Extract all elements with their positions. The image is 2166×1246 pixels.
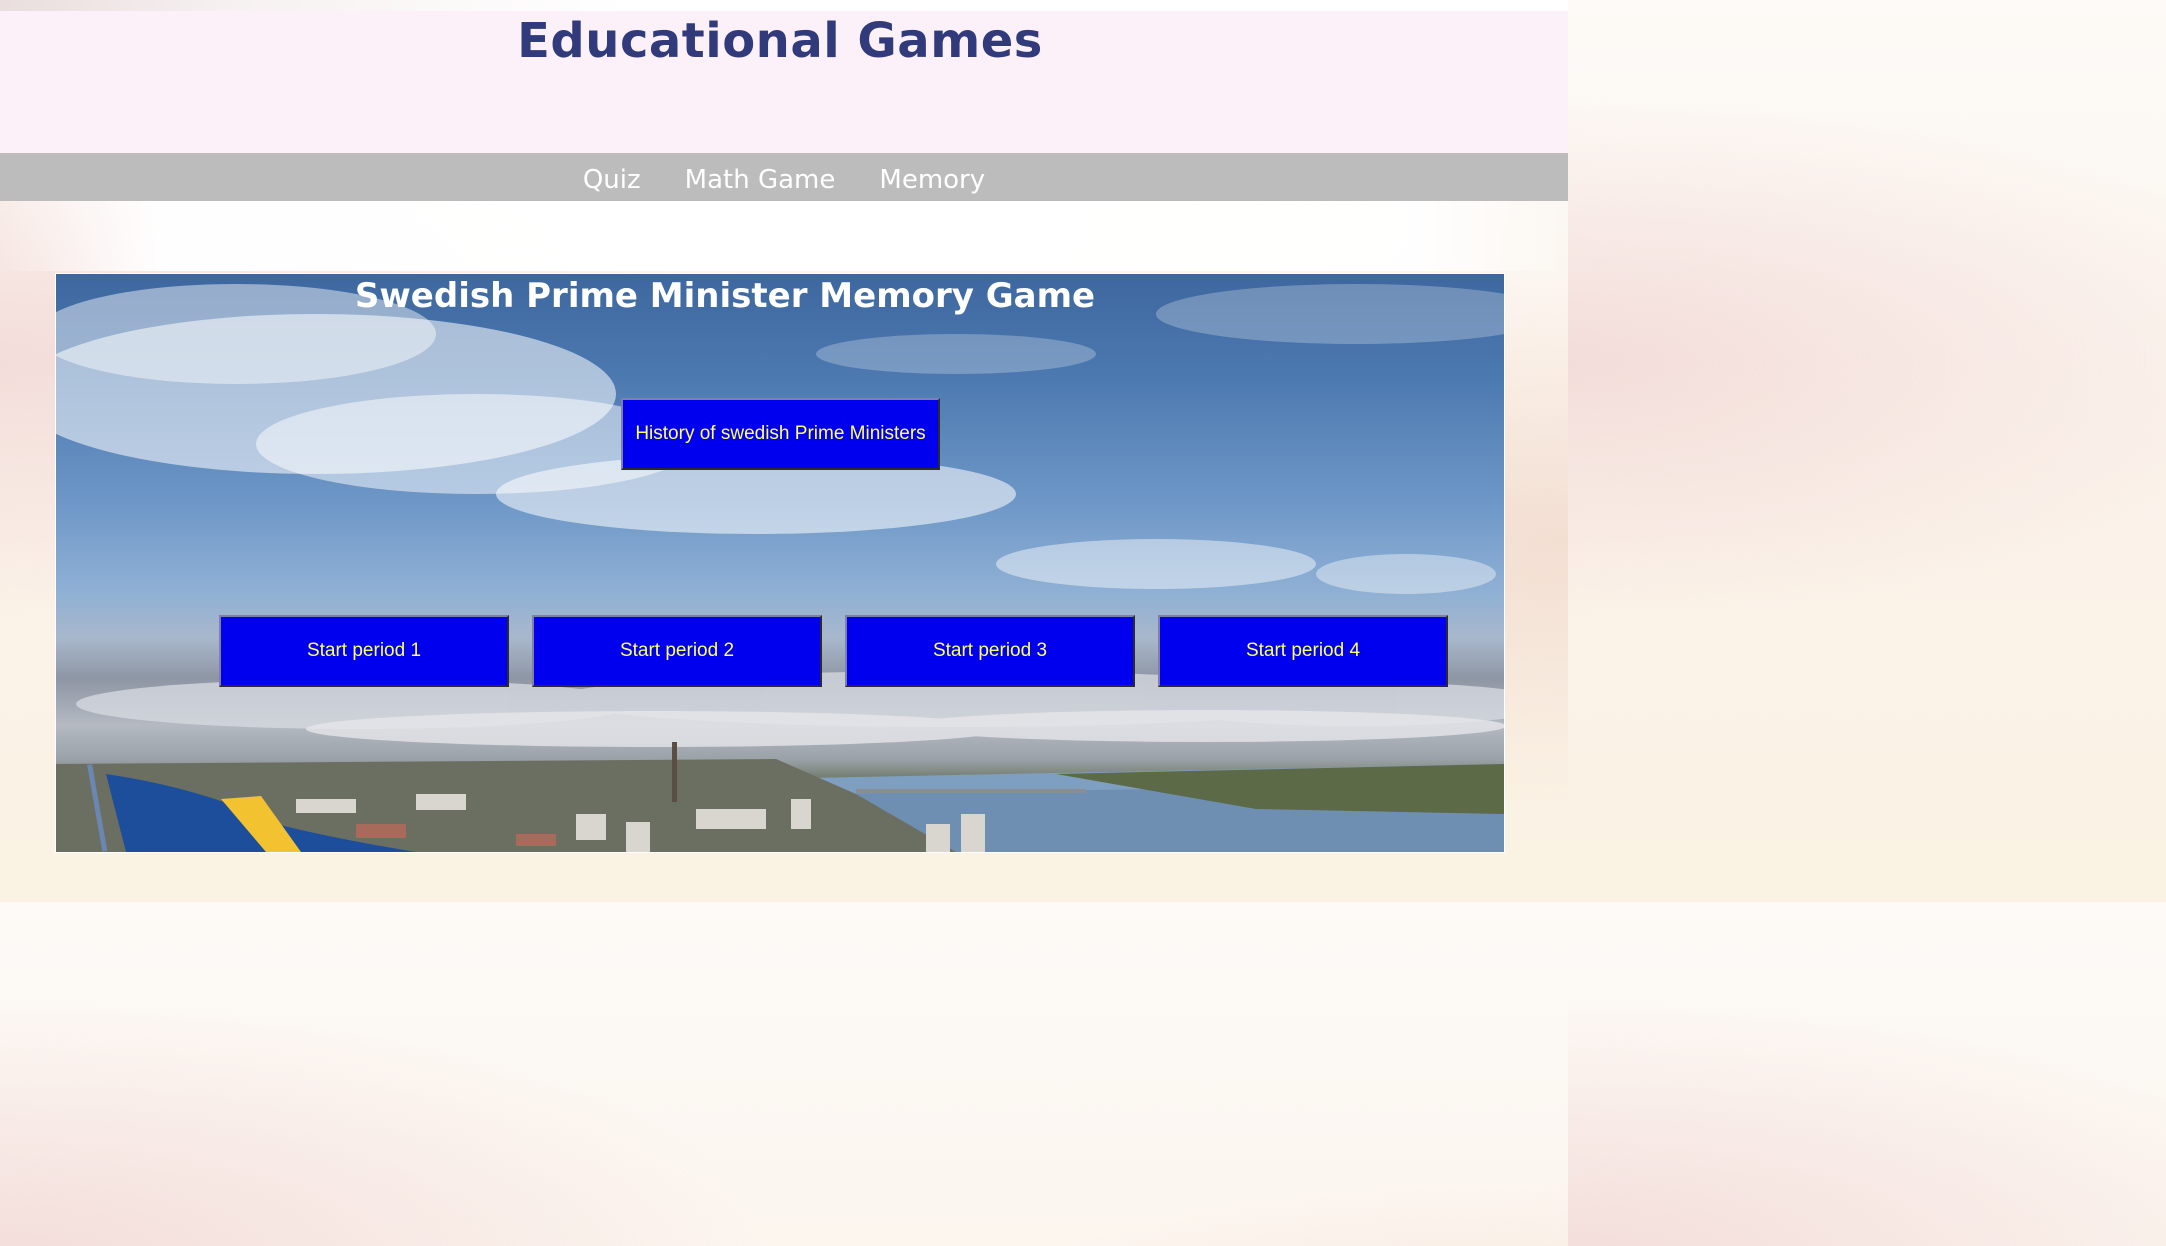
game-panel: Swedish Prime Minister Memory Game Histo… [55, 273, 1505, 853]
site-header: Educational Games [0, 11, 1568, 153]
start-period-1-button[interactable]: Start period 1 [219, 615, 509, 687]
start-period-2-button[interactable]: Start period 2 [532, 615, 822, 687]
content-spacer [0, 201, 1568, 271]
start-period-3-button[interactable]: Start period 3 [845, 615, 1135, 687]
main-nav: Quiz Math Game Memory [0, 153, 1568, 201]
game-title-text: Swedish Prime Minister Memory Game [354, 276, 1096, 316]
history-button[interactable]: History of swedish Prime Ministers [621, 398, 940, 470]
game-title: Swedish Prime Minister Memory Game [56, 274, 1504, 318]
nav-item-memory[interactable]: Memory [879, 159, 985, 195]
nav-item-math-game[interactable]: Math Game [685, 159, 836, 195]
nav-item-quiz[interactable]: Quiz [583, 159, 641, 195]
top-strip [0, 0, 1568, 11]
start-period-4-button[interactable]: Start period 4 [1158, 615, 1448, 687]
site-title: Educational Games [517, 13, 1043, 69]
stockholm-background-image [56, 284, 1504, 852]
